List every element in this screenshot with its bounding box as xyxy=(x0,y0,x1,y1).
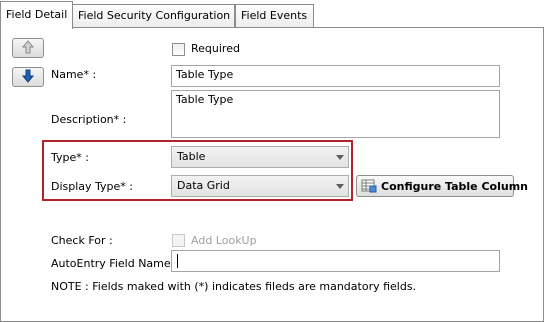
description-label: Description* : xyxy=(51,113,127,126)
arrow-up-icon xyxy=(21,39,35,57)
check-for-label: Check For : xyxy=(51,234,113,247)
autoentry-input[interactable] xyxy=(171,250,500,272)
autoentry-label: AutoEntry Field Name : xyxy=(51,257,178,270)
display-type-select[interactable]: Data Grid xyxy=(171,175,349,197)
chevron-down-icon xyxy=(336,184,344,189)
chevron-down-icon xyxy=(336,155,344,160)
tab-field-events[interactable]: Field Events xyxy=(235,4,314,28)
name-label: Name* : xyxy=(51,68,97,81)
display-type-value: Data Grid xyxy=(177,179,230,192)
description-textarea[interactable]: Table Type xyxy=(171,90,500,138)
tab-label: Field Detail xyxy=(6,8,68,21)
arrow-down-icon xyxy=(21,69,35,86)
tab-field-security-configuration[interactable]: Field Security Configuration xyxy=(72,4,235,28)
text-cursor xyxy=(177,254,178,268)
tab-label: Field Security Configuration xyxy=(78,9,231,22)
required-label: Required xyxy=(191,42,240,55)
tab-field-detail[interactable]: Field Detail xyxy=(0,1,73,29)
name-value: Table Type xyxy=(176,68,234,81)
configure-button-label: Configure Table Column xyxy=(381,179,529,193)
move-down-button[interactable] xyxy=(12,67,44,87)
add-lookup-checkbox[interactable] xyxy=(172,234,185,247)
name-input[interactable]: Table Type xyxy=(171,65,500,87)
mandatory-note: NOTE : Fields maked with (*) indicates f… xyxy=(51,280,417,293)
configure-table-column-button[interactable]: Configure Table Column xyxy=(356,175,528,197)
type-value: Table xyxy=(177,150,206,163)
type-select[interactable]: Table xyxy=(171,146,349,168)
add-lookup-label: Add LookUp xyxy=(191,234,257,247)
type-label: Type* : xyxy=(51,151,89,164)
description-value: Table Type xyxy=(176,93,234,106)
tab-strip: Field Detail Field Security Configuratio… xyxy=(0,0,544,29)
table-config-icon xyxy=(361,179,377,193)
tab-label: Field Events xyxy=(241,9,308,22)
move-up-button[interactable] xyxy=(12,38,44,58)
display-type-label: Display Type* : xyxy=(51,180,134,193)
required-checkbox[interactable] xyxy=(172,43,185,56)
